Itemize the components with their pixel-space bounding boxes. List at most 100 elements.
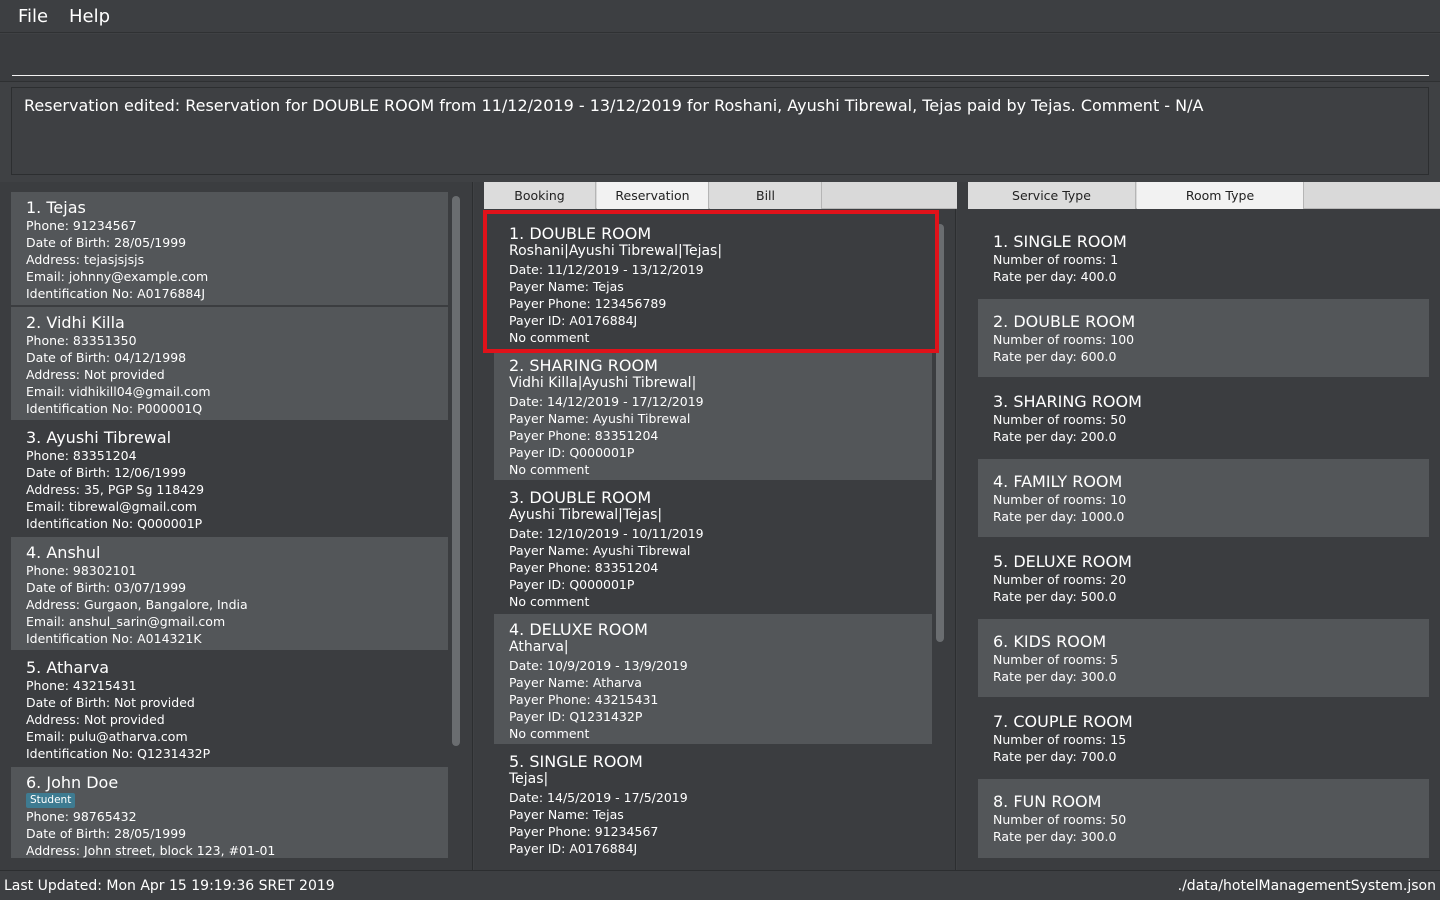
room-type-rate: Rate per day: 600.0 (993, 349, 1117, 364)
customer-card[interactable]: 4. Anshul Phone: 98302101 Date of Birth:… (11, 537, 448, 650)
customer-email: Email: vidhikill04@gmail.com (26, 384, 211, 399)
reservation-payer-name: Payer Name: Ayushi Tibrewal (509, 543, 691, 558)
tab-booking[interactable]: Booking (484, 182, 596, 209)
customer-card[interactable]: 5. Atharva Phone: 43215431 Date of Birth… (11, 652, 448, 765)
room-type-name: 4. FAMILY ROOM (993, 472, 1123, 491)
reservation-guests: Vidhi Killa|Ayushi Tibrewal| (509, 375, 697, 391)
last-updated-status: Last Updated: Mon Apr 15 19:19:36 SRET 2… (4, 878, 335, 894)
room-type-count: Number of rooms: 5 (993, 652, 1119, 667)
customer-id: Identification No: P000001Q (26, 401, 203, 416)
reservation-payer-phone: Payer Phone: 83351204 (509, 560, 659, 575)
reservation-card[interactable]: 1. DOUBLE ROOM Roshani|Ayushi Tibrewal|T… (494, 218, 932, 348)
room-type-card[interactable]: 6. KIDS ROOM Number of rooms: 5 Rate per… (978, 619, 1429, 697)
customer-dob: Date of Birth: 28/05/1999 (26, 826, 187, 841)
reservation-payer-name: Payer Name: Atharva (509, 675, 642, 690)
customer-id: Identification No: A014321K (26, 631, 202, 646)
customer-card[interactable]: 6. John Doe Student Phone: 98765432 Date… (11, 767, 448, 858)
room-type-count: Number of rooms: 50 (993, 412, 1127, 427)
reservation-guests: Atharva| (509, 639, 569, 655)
reservation-date: Date: 10/9/2019 - 13/9/2019 (509, 658, 688, 673)
command-area (0, 34, 1440, 82)
customer-name: 6. John Doe (26, 773, 119, 792)
menu-help[interactable]: Help (69, 6, 110, 27)
right-tab-bar: Service Type Room Type (968, 182, 1440, 209)
room-type-rate: Rate per day: 1000.0 (993, 509, 1125, 524)
tab-bill[interactable]: Bill (710, 182, 822, 209)
reservation-comment: No comment (509, 594, 590, 609)
customer-address: Address: tejasjsjsjs (26, 252, 145, 267)
room-type-card[interactable]: 4. FAMILY ROOM Number of rooms: 10 Rate … (978, 459, 1429, 537)
room-type-card[interactable]: 1. SINGLE ROOM Number of rooms: 1 Rate p… (978, 219, 1429, 297)
room-type-name: 3. SHARING ROOM (993, 392, 1142, 411)
customer-id: Identification No: Q1231432P (26, 746, 211, 761)
reservation-payer-name: Payer Name: Tejas (509, 279, 624, 294)
customer-dob: Date of Birth: 04/12/1998 (26, 350, 187, 365)
tab-room-type[interactable]: Room Type (1137, 182, 1304, 209)
room-type-rate: Rate per day: 400.0 (993, 269, 1117, 284)
customer-address: Address: John street, block 123, #01-01 (26, 843, 276, 858)
reservation-guests: Tejas| (509, 771, 549, 787)
middle-tab-bar: Booking Reservation Bill (484, 182, 957, 209)
customer-name: 1. Tejas (26, 198, 86, 217)
room-type-card[interactable]: 3. SHARING ROOM Number of rooms: 50 Rate… (978, 379, 1429, 457)
customer-name: 4. Anshul (26, 543, 101, 562)
reservation-comment: No comment (509, 330, 590, 345)
room-type-card[interactable]: 2. DOUBLE ROOM Number of rooms: 100 Rate… (978, 299, 1429, 377)
customer-dob: Date of Birth: Not provided (26, 695, 195, 710)
customer-list-panel: 1. Tejas Phone: 91234567 Date of Birth: … (0, 182, 473, 870)
reservation-comment: No comment (509, 726, 590, 741)
reservation-room: 4. DELUXE ROOM (509, 620, 648, 639)
customer-tag: Student (26, 793, 76, 808)
customer-name: 2. Vidhi Killa (26, 313, 125, 332)
tab-service-type[interactable]: Service Type (968, 182, 1136, 209)
customer-name: 3. Ayushi Tibrewal (26, 428, 172, 447)
reservation-payer-id: Payer ID: Q1231432P (509, 709, 643, 724)
customer-email: Email: pulu@atharva.com (26, 729, 188, 744)
room-type-rate: Rate per day: 300.0 (993, 829, 1117, 844)
tab-reservation[interactable]: Reservation (597, 182, 709, 209)
room-type-name: 7. COUPLE ROOM (993, 712, 1133, 731)
reservation-guests: Roshani|Ayushi Tibrewal|Tejas| (509, 243, 723, 259)
reservation-card[interactable]: 2. SHARING ROOM Vidhi Killa|Ayushi Tibre… (494, 350, 932, 480)
result-display: Reservation edited: Reservation for DOUB… (11, 87, 1429, 175)
reservation-payer-id: Payer ID: A0176884J (509, 313, 638, 328)
room-type-name: 5. DELUXE ROOM (993, 552, 1132, 571)
room-type-card[interactable]: 7. COUPLE ROOM Number of rooms: 15 Rate … (978, 699, 1429, 777)
result-message: Reservation edited: Reservation for DOUB… (24, 96, 1204, 115)
command-input[interactable] (12, 40, 1429, 76)
customer-address: Address: Not provided (26, 367, 165, 382)
customer-dob: Date of Birth: 12/06/1999 (26, 465, 187, 480)
reservation-card[interactable]: 3. DOUBLE ROOM Ayushi Tibrewal|Tejas| Da… (494, 482, 932, 612)
room-type-panel: Service Type Room Type 1. SINGLE ROOM Nu… (957, 182, 1440, 870)
customer-card[interactable]: 1. Tejas Phone: 91234567 Date of Birth: … (11, 192, 448, 305)
reservation-payer-id: Payer ID: Q000001P (509, 445, 635, 460)
menu-file[interactable]: File (18, 6, 48, 27)
reservation-room: 5. SINGLE ROOM (509, 752, 643, 771)
customer-card[interactable]: 3. Ayushi Tibrewal Phone: 83351204 Date … (11, 422, 448, 535)
room-type-count: Number of rooms: 15 (993, 732, 1127, 747)
room-type-rate: Rate per day: 300.0 (993, 669, 1117, 684)
room-type-count: Number of rooms: 10 (993, 492, 1127, 507)
customer-dob: Date of Birth: 03/07/1999 (26, 580, 187, 595)
customer-email: Email: anshul_sarin@gmail.com (26, 614, 226, 629)
room-type-card[interactable]: 5. DELUXE ROOM Number of rooms: 20 Rate … (978, 539, 1429, 617)
customer-dob: Date of Birth: 28/05/1999 (26, 235, 187, 250)
reservation-comment: No comment (509, 462, 590, 477)
reservation-payer-phone: Payer Phone: 123456789 (509, 296, 667, 311)
reservation-payer-phone: Payer Phone: 91234567 (509, 824, 659, 839)
customer-id: Identification No: Q000001P (26, 516, 203, 531)
customer-phone: Phone: 83351350 (26, 333, 137, 348)
reservation-card[interactable]: 4. DELUXE ROOM Atharva| Date: 10/9/2019 … (494, 614, 932, 744)
reservation-date: Date: 12/10/2019 - 10/11/2019 (509, 526, 704, 541)
reservation-payer-phone: Payer Phone: 83351204 (509, 428, 659, 443)
customer-phone: Phone: 98765432 (26, 809, 137, 824)
reservation-payer-name: Payer Name: Ayushi Tibrewal (509, 411, 691, 426)
room-type-card[interactable]: 8. FUN ROOM Number of rooms: 50 Rate per… (978, 779, 1429, 858)
reservation-card[interactable]: 5. SINGLE ROOM Tejas| Date: 14/5/2019 - … (494, 746, 932, 858)
reservation-list-scrollbar[interactable] (936, 224, 944, 642)
customer-phone: Phone: 43215431 (26, 678, 137, 693)
room-type-name: 1. SINGLE ROOM (993, 232, 1127, 251)
status-bar: Last Updated: Mon Apr 15 19:19:36 SRET 2… (0, 870, 1440, 900)
customer-list-scrollbar[interactable] (452, 196, 460, 746)
customer-card[interactable]: 2. Vidhi Killa Phone: 83351350 Date of B… (11, 307, 448, 420)
